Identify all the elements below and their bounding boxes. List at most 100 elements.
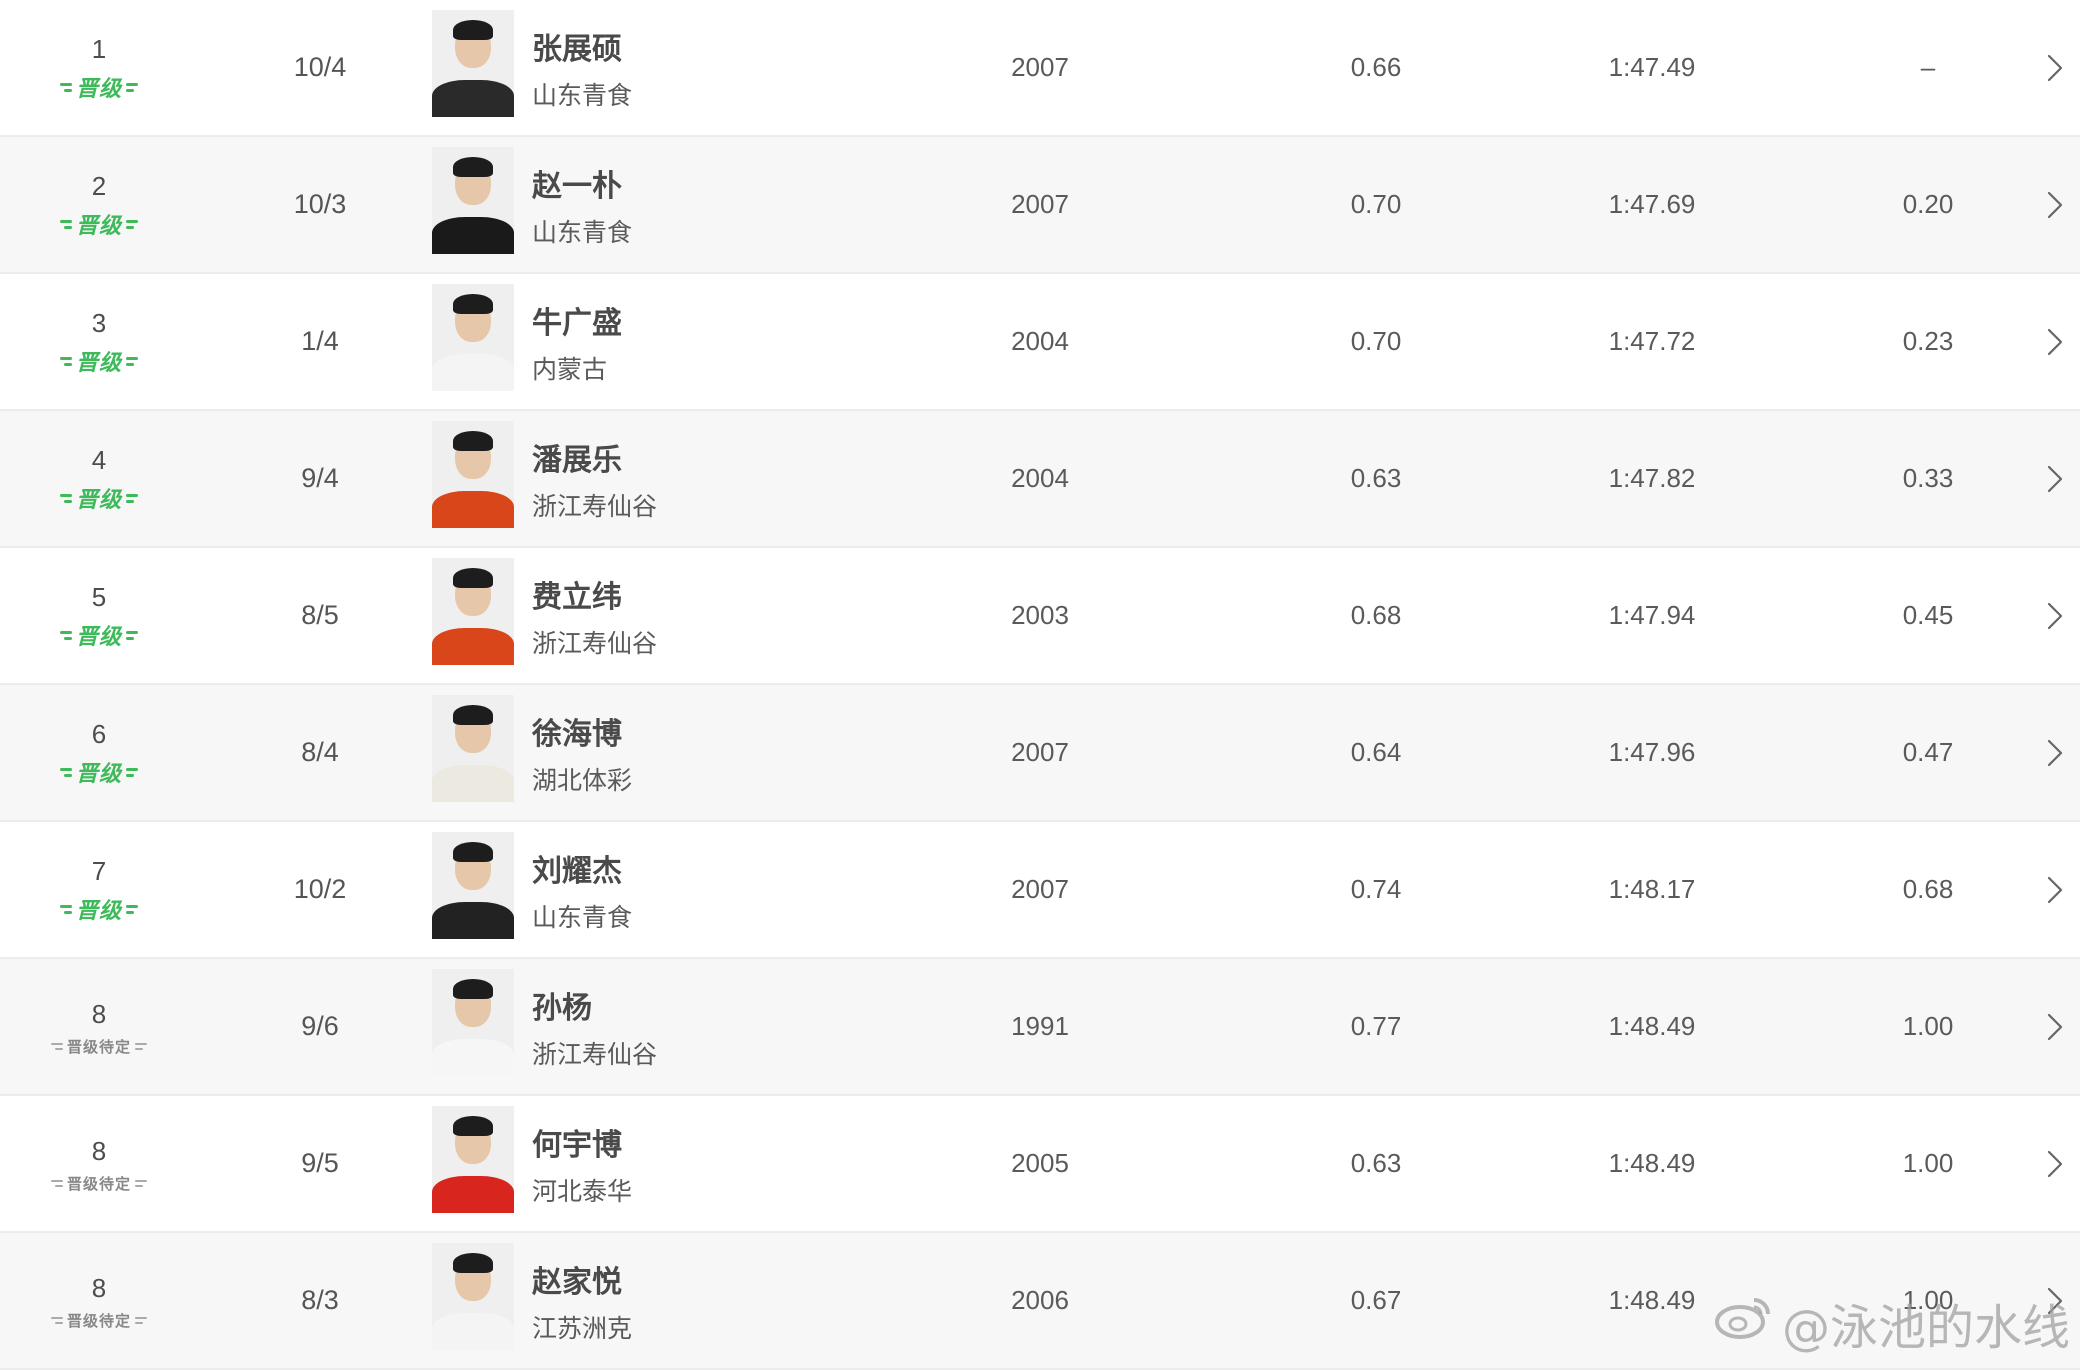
reaction-time: 0.64 bbox=[1350, 737, 1402, 767]
qualify-badge: 晋级待定 bbox=[50, 1310, 147, 1331]
lane-heat: 10/2 bbox=[293, 874, 347, 904]
qualify-badge: 晋级待定 bbox=[50, 1036, 147, 1057]
qualify-label: 晋级 bbox=[75, 624, 122, 649]
result-row[interactable]: 8 晋级待定 9/6 孙杨 浙江寿仙谷 1991 0.77 1:48.49 1.… bbox=[0, 959, 2080, 1096]
athlete-name[interactable]: 孙杨 bbox=[532, 983, 592, 1027]
athlete-team: 浙江寿仙谷 bbox=[532, 628, 658, 658]
result-row[interactable]: 8 晋级待定 9/5 何宇博 河北泰华 2005 0.63 1:48.49 1.… bbox=[0, 1096, 2080, 1233]
chevron-right-icon[interactable] bbox=[2040, 959, 2070, 1094]
reaction-time: 0.77 bbox=[1350, 1011, 1402, 1041]
result-row[interactable]: 2 晋级 10/3 赵一朴 山东青食 2007 0.70 1:47.69 0.2… bbox=[0, 137, 2080, 274]
badge-dash-left bbox=[59, 767, 72, 777]
badge-dash-right bbox=[135, 1042, 147, 1050]
athlete-team: 内蒙古 bbox=[532, 354, 608, 384]
qualify-label: 晋级 bbox=[75, 350, 122, 375]
badge-dash-left bbox=[50, 1179, 63, 1187]
badge-dash-left bbox=[59, 356, 72, 366]
qualify-label: 晋级 bbox=[75, 76, 122, 101]
photo-hair bbox=[453, 1116, 493, 1136]
athlete-name[interactable]: 徐海博 bbox=[532, 709, 622, 753]
qualify-badge: 晋级 bbox=[59, 482, 138, 514]
lane-heat: 8/4 bbox=[301, 737, 339, 767]
photo-jersey bbox=[432, 1313, 514, 1350]
chevron-right-icon[interactable] bbox=[2040, 411, 2070, 546]
chevron-right-icon[interactable] bbox=[2040, 685, 2070, 820]
time-difference: 0.20 bbox=[1902, 189, 1954, 219]
birth-year: 2007 bbox=[1011, 189, 1069, 219]
time-difference: 0.33 bbox=[1902, 463, 1954, 493]
athlete-photo bbox=[432, 10, 514, 117]
lane-heat: 9/4 bbox=[301, 463, 339, 493]
chevron-right-icon[interactable] bbox=[2040, 822, 2070, 957]
watermark: @泳池的水线 bbox=[1714, 1288, 2070, 1358]
athlete-name[interactable]: 张展硕 bbox=[532, 24, 622, 68]
birth-year: 2007 bbox=[1011, 737, 1069, 767]
rank-number: 1 bbox=[91, 34, 107, 64]
results-table: 1 晋级 10/4 张展硕 山东青食 2007 0.66 1:47.49 – 2 bbox=[0, 0, 2080, 1370]
badge-dash-left bbox=[59, 219, 72, 229]
result-row[interactable]: 4 晋级 9/4 潘展乐 浙江寿仙谷 2004 0.63 1:47.82 0.3… bbox=[0, 411, 2080, 548]
finish-time: 1:47.49 bbox=[1608, 52, 1696, 82]
rank-cell: 8 晋级待定 bbox=[0, 1233, 198, 1368]
birth-year: 2003 bbox=[1011, 600, 1069, 630]
rank-number: 2 bbox=[91, 171, 107, 201]
athlete-name[interactable]: 费立纬 bbox=[532, 572, 622, 616]
athlete-photo bbox=[432, 1243, 514, 1350]
birth-year: 1991 bbox=[1011, 1011, 1069, 1041]
athlete-team: 浙江寿仙谷 bbox=[532, 1039, 658, 1069]
athlete-name[interactable]: 何宇博 bbox=[532, 1120, 622, 1164]
photo-jersey bbox=[432, 217, 514, 254]
athlete-name[interactable]: 赵一朴 bbox=[532, 161, 622, 205]
rank-number: 8 bbox=[91, 998, 107, 1029]
lane-heat: 10/3 bbox=[293, 189, 347, 219]
athlete-team: 山东青食 bbox=[532, 217, 633, 247]
qualify-label: 晋级 bbox=[75, 213, 122, 238]
athlete-team: 河北泰华 bbox=[532, 1176, 633, 1206]
weibo-logo-icon bbox=[1714, 1294, 1772, 1352]
qualify-badge: 晋级 bbox=[59, 345, 138, 377]
rank-number: 7 bbox=[91, 856, 107, 886]
athlete-name[interactable]: 赵家悦 bbox=[532, 1257, 622, 1301]
chevron-right-icon[interactable] bbox=[2040, 0, 2070, 135]
result-row[interactable]: 1 晋级 10/4 张展硕 山东青食 2007 0.66 1:47.49 – bbox=[0, 0, 2080, 137]
finish-time: 1:48.49 bbox=[1608, 1285, 1696, 1315]
result-row[interactable]: 5 晋级 8/5 费立纬 浙江寿仙谷 2003 0.68 1:47.94 0.4… bbox=[0, 548, 2080, 685]
badge-dash-left bbox=[50, 1042, 63, 1050]
chevron-right-icon[interactable] bbox=[2040, 274, 2070, 409]
rank-cell: 2 晋级 bbox=[0, 137, 198, 272]
reaction-time: 0.63 bbox=[1350, 463, 1402, 493]
badge-dash-right bbox=[135, 1316, 147, 1324]
chevron-right-icon[interactable] bbox=[2040, 1096, 2070, 1231]
badge-dash-right bbox=[126, 82, 138, 92]
birth-year: 2007 bbox=[1011, 52, 1069, 82]
finish-time: 1:48.49 bbox=[1608, 1148, 1696, 1178]
reaction-time: 0.70 bbox=[1350, 326, 1402, 356]
athlete-info: 赵家悦 江苏洲克 bbox=[532, 1233, 792, 1368]
badge-dash-right bbox=[126, 356, 138, 366]
badge-dash-right bbox=[135, 1179, 147, 1187]
finish-time: 1:48.17 bbox=[1608, 874, 1696, 904]
athlete-name[interactable]: 潘展乐 bbox=[532, 435, 622, 479]
finish-time: 1:48.49 bbox=[1608, 1011, 1696, 1041]
badge-dash-right bbox=[126, 493, 138, 503]
badge-dash-left bbox=[50, 1316, 63, 1324]
chevron-right-icon[interactable] bbox=[2040, 137, 2070, 272]
time-difference: – bbox=[1920, 52, 1936, 82]
result-row[interactable]: 3 晋级 1/4 牛广盛 内蒙古 2004 0.70 1:47.72 0.23 bbox=[0, 274, 2080, 411]
athlete-name[interactable]: 刘耀杰 bbox=[532, 846, 622, 890]
result-row[interactable]: 6 晋级 8/4 徐海博 湖北体彩 2007 0.64 1:47.96 0.47 bbox=[0, 685, 2080, 822]
finish-time: 1:47.69 bbox=[1608, 189, 1696, 219]
reaction-time: 0.74 bbox=[1350, 874, 1402, 904]
athlete-name[interactable]: 牛广盛 bbox=[532, 298, 622, 342]
photo-jersey bbox=[432, 628, 514, 665]
time-difference: 1.00 bbox=[1902, 1011, 1954, 1041]
rank-cell: 4 晋级 bbox=[0, 411, 198, 546]
chevron-right-icon[interactable] bbox=[2040, 548, 2070, 683]
result-row[interactable]: 7 晋级 10/2 刘耀杰 山东青食 2007 0.74 1:48.17 0.6… bbox=[0, 822, 2080, 959]
qualify-label: 晋级 bbox=[75, 761, 122, 786]
rank-cell: 7 晋级 bbox=[0, 822, 198, 957]
photo-jersey bbox=[432, 491, 514, 528]
photo-hair bbox=[453, 157, 493, 177]
athlete-photo bbox=[432, 421, 514, 528]
lane-heat: 10/4 bbox=[293, 52, 347, 82]
